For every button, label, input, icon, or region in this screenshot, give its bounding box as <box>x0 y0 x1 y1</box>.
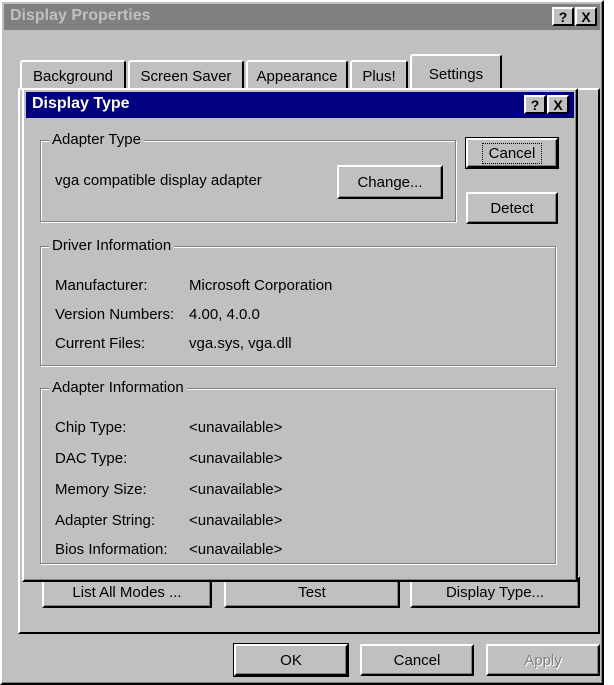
dac-type-value: <unavailable> <box>189 450 283 467</box>
outer-window-title: Display Properties <box>10 7 151 24</box>
button-label: Apply <box>524 651 562 669</box>
tab-label: Background <box>32 67 114 85</box>
driver-information-label: Driver Information <box>49 237 175 254</box>
outer-close-button[interactable]: X <box>575 7 597 26</box>
button-label: Test <box>298 583 326 601</box>
help-icon: ? <box>558 8 568 25</box>
dialog-help-button[interactable]: ? <box>524 95 546 114</box>
tab-screen-saver[interactable]: Screen Saver <box>128 60 244 90</box>
version-numbers-key: Version Numbers: <box>55 306 175 323</box>
tab-background[interactable]: Background <box>20 60 126 90</box>
tab-label: Plus! <box>362 67 396 85</box>
adapter-type-label: Adapter Type <box>49 131 144 148</box>
adapter-information-group: Adapter Information Chip Type: <unavaila… <box>40 379 556 564</box>
tab-settings[interactable]: Settings <box>410 54 502 92</box>
memory-size-value: <unavailable> <box>189 481 283 498</box>
button-label: Change... <box>357 173 423 191</box>
help-icon: ? <box>530 96 540 113</box>
dialog-cancel-button[interactable]: Cancel <box>465 137 559 169</box>
manufacturer-value: Microsoft Corporation <box>189 277 333 294</box>
cancel-button[interactable]: Cancel <box>360 644 474 676</box>
driver-information-group: Driver Information Manufacturer: Microso… <box>40 237 556 366</box>
tab-label: Settings <box>428 65 484 83</box>
bios-information-key: Bios Information: <box>55 541 168 558</box>
adapter-type-group: Adapter Type vga compatible display adap… <box>40 131 456 222</box>
display-type-dialog: Display Type ? X Adapter Type vga compat… <box>22 88 578 582</box>
tab-appearance[interactable]: Appearance <box>246 60 348 90</box>
chip-type-value: <unavailable> <box>189 419 283 436</box>
current-files-value: vga.sys, vga.dll <box>189 335 292 352</box>
detect-button[interactable]: Detect <box>466 192 558 224</box>
button-label: Display Type... <box>445 583 545 601</box>
adapter-type-value: vga compatible display adapter <box>55 172 262 189</box>
dialog-title: Display Type <box>32 95 130 112</box>
close-icon: X <box>581 8 591 25</box>
bios-information-value: <unavailable> <box>189 541 283 558</box>
button-label: List All Modes ... <box>72 583 182 601</box>
manufacturer-key: Manufacturer: <box>55 277 148 294</box>
version-numbers-value: 4.00, 4.0.0 <box>189 306 260 323</box>
outer-title-bar[interactable]: Display Properties ? X <box>4 4 600 30</box>
dialog-title-bar[interactable]: Display Type ? X <box>26 92 574 118</box>
chip-type-key: Chip Type: <box>55 419 127 436</box>
ok-button[interactable]: OK <box>233 643 349 677</box>
button-label: Cancel <box>481 142 543 164</box>
dac-type-key: DAC Type: <box>55 450 128 467</box>
outer-help-button[interactable]: ? <box>552 7 574 26</box>
current-files-key: Current Files: <box>55 335 146 352</box>
change-button[interactable]: Change... <box>337 165 443 199</box>
tab-label: Appearance <box>256 67 338 85</box>
memory-size-key: Memory Size: <box>55 481 147 498</box>
close-icon: X <box>553 96 563 113</box>
apply-button[interactable]: Apply <box>486 644 600 676</box>
button-label: Detect <box>490 199 534 217</box>
adapter-string-value: <unavailable> <box>189 512 283 529</box>
adapter-information-label: Adapter Information <box>49 379 187 396</box>
tab-plus[interactable]: Plus! <box>350 60 408 90</box>
dialog-close-button[interactable]: X <box>547 95 569 114</box>
button-label: Cancel <box>393 651 441 669</box>
tab-label: Screen Saver <box>140 67 232 85</box>
adapter-string-key: Adapter String: <box>55 512 156 529</box>
button-label: OK <box>280 651 302 669</box>
